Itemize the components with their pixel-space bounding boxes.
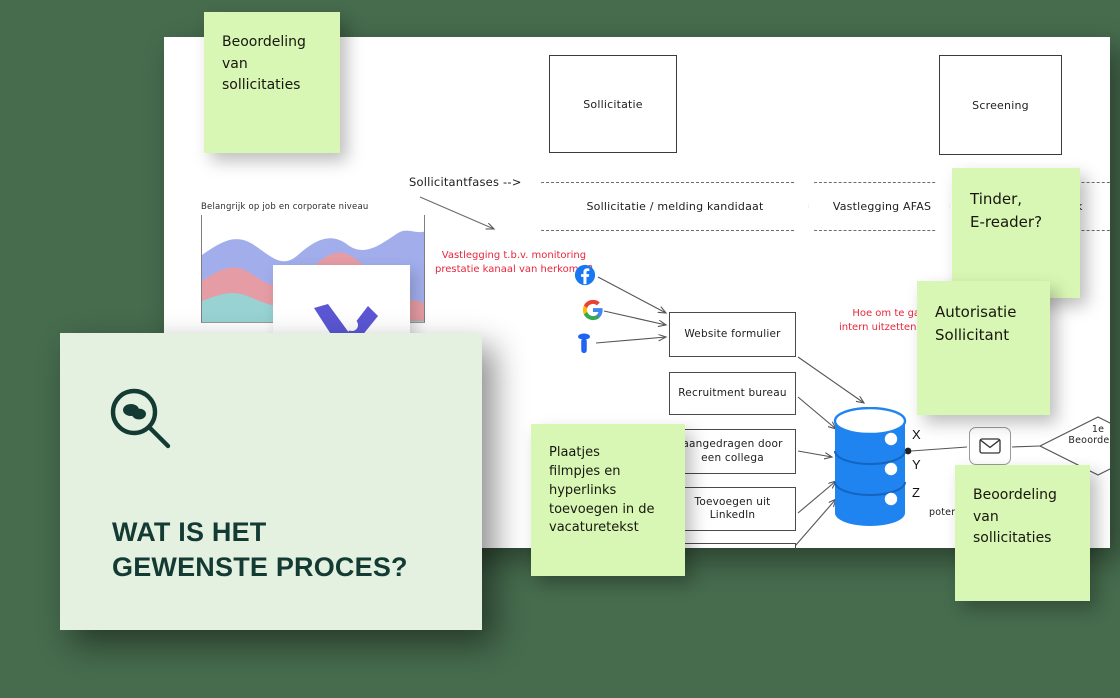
mail-node[interactable] [969, 427, 1011, 465]
process-box-screening[interactable]: Screening [939, 55, 1062, 155]
source-box-label: Toevoegen uit LinkedIn [694, 495, 771, 521]
sticky-line: Beoordeling van [222, 34, 306, 72]
phase-chevron-label: Vastlegging AFAS [832, 200, 932, 213]
process-box-sollicitatie[interactable]: Sollicitatie [549, 55, 677, 153]
sticky-line: Tinder, [970, 190, 1023, 208]
red-annotation-line1: Vastlegging t.b.v. monitoring [441, 250, 587, 261]
sticky-line: toevoegen in de [549, 501, 655, 517]
database-cylinder[interactable] [833, 407, 907, 527]
sticky-line: sollicitaties [222, 77, 301, 94]
sticky-line: Plaatjes [549, 445, 600, 460]
database-label-y: Y [912, 457, 921, 472]
source-box-label: Recruitment bureau [678, 386, 787, 399]
sticky-line: Sollicitant [935, 326, 1010, 345]
phase-chevron-1[interactable]: Sollicitatie / melding kandidaat [541, 182, 809, 231]
sollicitantfases-label: Sollicitantfases --> [409, 175, 522, 189]
phase-chevron-label: Sollicitatie / melding kandidaat [586, 200, 764, 213]
sticky-note-tinder[interactable]: Tinder, E-reader? [952, 168, 1080, 298]
sticky-line: E-reader? [970, 213, 1043, 232]
sticky-line: filmpjes en [549, 463, 621, 479]
source-box-collega[interactable]: aangedragen door een collega [669, 429, 796, 474]
process-box-label: Sollicitatie [583, 97, 643, 111]
database-label-z: Z [912, 485, 920, 500]
sticky-line: Beoordeling van [973, 487, 1057, 525]
sticky-note-autorisatie[interactable]: Autorisatie Sollicitant [917, 281, 1050, 415]
page-title-line1: WAT IS HET [112, 517, 267, 547]
facebook-icon[interactable] [574, 264, 596, 286]
indeed-icon[interactable] [573, 332, 595, 354]
sticky-note-beoordeling-top[interactable]: Beoordeling van sollicitaties [204, 12, 340, 153]
red-annotation-line2: prestatie kanaal van herkomst? [435, 263, 593, 275]
page-title-line2: GEWENSTE PROCES? [112, 551, 408, 582]
source-box-recruitment-bureau[interactable]: Recruitment bureau [669, 372, 796, 415]
sticky-line: hyperlinks [549, 482, 617, 498]
sticky-line: sollicitaties [973, 530, 1052, 547]
sticky-line: vacaturetekst [549, 520, 639, 536]
mail-icon [979, 438, 1001, 454]
question-card: WAT IS HET GEWENSTE PROCES? [60, 333, 482, 630]
diamond-label: 1e Beoordeling [1038, 424, 1110, 447]
magnifier-chat-icon [110, 388, 171, 449]
sticky-note-plaatjes[interactable]: Plaatjes filmpjes en hyperlinks toevoege… [531, 424, 685, 576]
source-box-extra[interactable] [669, 543, 796, 548]
page-title: WAT IS HET GEWENSTE PROCES? [112, 515, 408, 584]
source-box-label: aangedragen door een collega [682, 438, 783, 464]
diamond-label-line1: 1e [1091, 424, 1105, 435]
source-box-label: Website formulier [684, 327, 781, 340]
source-box-linkedin[interactable]: Toevoegen uit LinkedIn [669, 487, 796, 531]
chart-title: Belangrijk op job en corporate niveau [201, 202, 369, 212]
google-icon[interactable] [582, 299, 604, 321]
process-box-label: Screening [972, 98, 1029, 112]
sticky-note-beoordeling-bottom[interactable]: Beoordeling van sollicitaties [955, 465, 1090, 601]
diamond-label-line2: Beoordeling [1068, 435, 1110, 447]
source-box-website-formulier[interactable]: Website formulier [669, 312, 796, 357]
red-annotation-monitoring: Vastlegging t.b.v. monitoring prestatie … [435, 249, 593, 276]
phase-chevron-2[interactable]: Vastlegging AFAS [814, 182, 950, 231]
sticky-line: Autorisatie [935, 303, 1017, 321]
database-label-x: X [912, 427, 921, 442]
